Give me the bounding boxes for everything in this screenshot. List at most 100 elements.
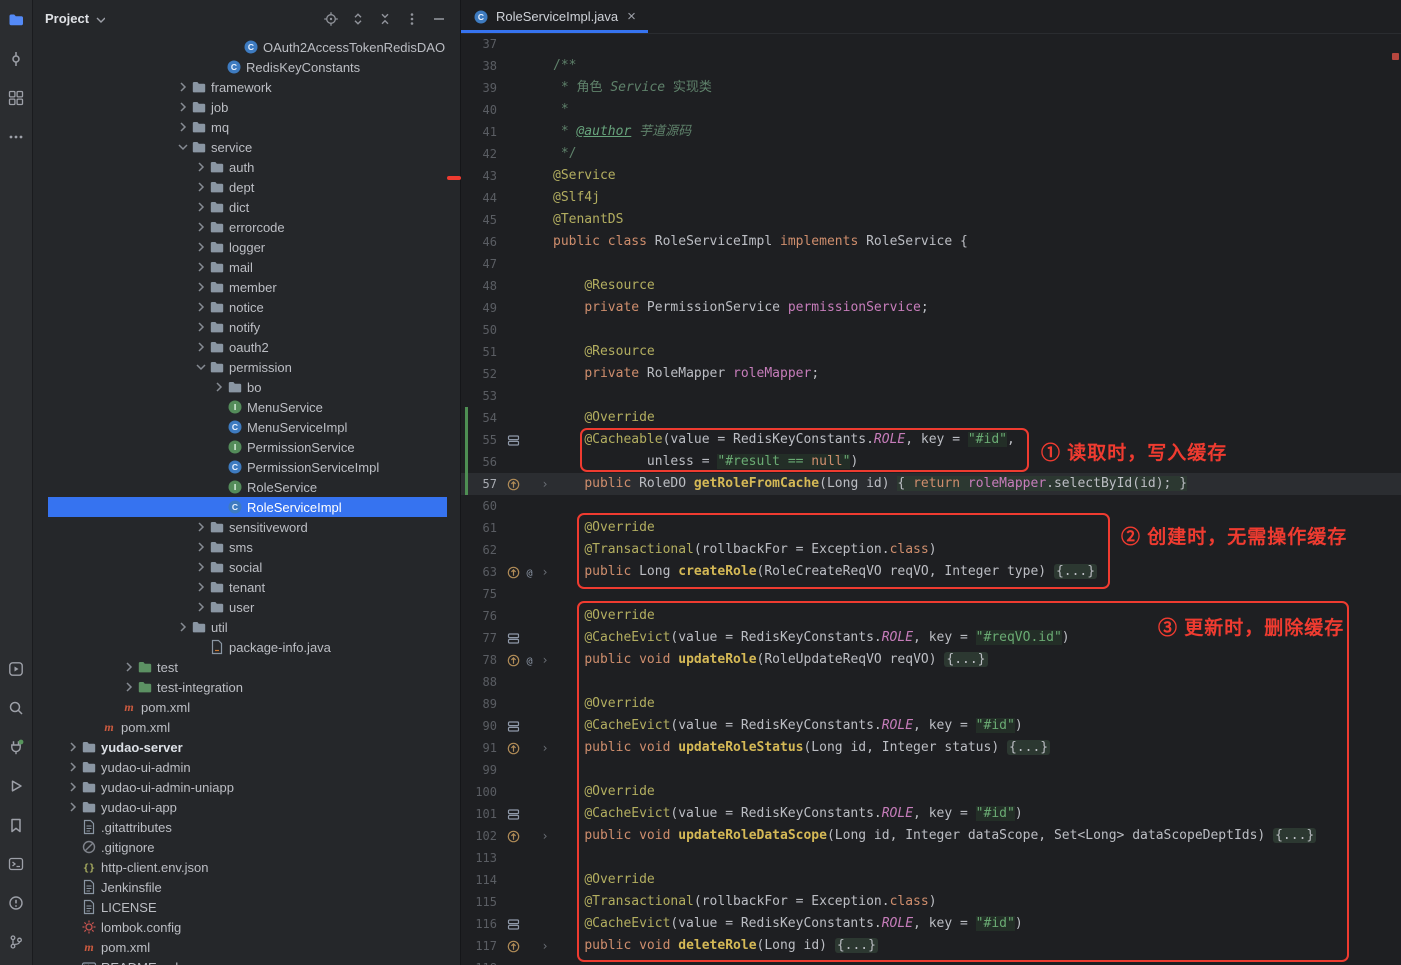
annotation-gutter-icon[interactable]: @ xyxy=(523,654,536,667)
code-line[interactable]: 90 @CacheEvict(value = RedisKeyConstants… xyxy=(461,715,1401,737)
tree-item-roleserviceimpl[interactable]: CRoleServiceImpl xyxy=(33,497,460,517)
cache-gutter-icon[interactable] xyxy=(507,632,520,645)
line-number[interactable]: 90 xyxy=(461,715,505,737)
code-line[interactable]: 101 @CacheEvict(value = RedisKeyConstant… xyxy=(461,803,1401,825)
tree-item-menuservice[interactable]: IMenuService xyxy=(33,397,460,417)
tree-item-permissionservice[interactable]: IPermissionService xyxy=(33,437,460,457)
line-number[interactable]: 61 xyxy=(461,517,505,539)
chevron-right-icon[interactable] xyxy=(191,259,208,275)
tree-item-util[interactable]: util xyxy=(33,617,460,637)
tab-close-icon[interactable]: × xyxy=(627,9,636,24)
endpoints-tool-button[interactable] xyxy=(0,727,32,766)
tree-item-http-client-env-json[interactable]: {}http-client.env.json xyxy=(33,857,460,877)
overriding-method-icon[interactable] xyxy=(507,940,520,953)
tree-item-permissionserviceimpl[interactable]: CPermissionServiceImpl xyxy=(33,457,460,477)
chevron-right-icon[interactable] xyxy=(191,519,208,535)
code-line[interactable]: 42 */ xyxy=(461,143,1401,165)
line-number[interactable]: 117 xyxy=(461,935,505,957)
chevron-down-icon[interactable] xyxy=(191,359,208,375)
chevron-right-icon[interactable] xyxy=(63,759,80,775)
chevron-right-icon[interactable] xyxy=(191,219,208,235)
line-number[interactable]: 39 xyxy=(461,77,505,99)
cache-gutter-icon[interactable] xyxy=(507,808,520,821)
chevron-right-icon[interactable] xyxy=(191,539,208,555)
code-line[interactable]: 38/** xyxy=(461,55,1401,77)
overriding-method-icon[interactable] xyxy=(507,830,520,843)
tree-item-lombok-config[interactable]: lombok.config xyxy=(33,917,460,937)
commit-tool-button[interactable] xyxy=(0,39,32,78)
code-line[interactable]: 49 private PermissionService permissionS… xyxy=(461,297,1401,319)
tree-item-roleservice[interactable]: IRoleService xyxy=(33,477,460,497)
line-number[interactable]: 48 xyxy=(461,275,505,297)
cache-gutter-icon[interactable] xyxy=(507,720,520,733)
line-number[interactable]: 62 xyxy=(461,539,505,561)
fold-arrow-icon[interactable]: › xyxy=(537,473,553,495)
code-line[interactable]: 114 @Override xyxy=(461,869,1401,891)
code-line[interactable]: 51 @Resource xyxy=(461,341,1401,363)
code-editor[interactable]: 3738/**39 * 角色 Service 实现类40 *41 * @auth… xyxy=(461,33,1401,965)
code-line[interactable]: 102› public void updateRoleDataScope(Lon… xyxy=(461,825,1401,847)
line-number[interactable]: 116 xyxy=(461,913,505,935)
code-line[interactable]: 77 @CacheEvict(value = RedisKeyConstants… xyxy=(461,627,1401,649)
chevron-right-icon[interactable] xyxy=(191,179,208,195)
fold-arrow-icon[interactable]: › xyxy=(537,737,553,759)
chevron-right-icon[interactable] xyxy=(191,239,208,255)
more-options-button[interactable] xyxy=(403,10,421,28)
code-line[interactable]: 75 xyxy=(461,583,1401,605)
tree-item-logger[interactable]: logger xyxy=(33,237,460,257)
chevron-down-icon[interactable] xyxy=(173,139,190,155)
tree-item-yudao-server[interactable]: yudao-server xyxy=(33,737,460,757)
tree-item-readme-md[interactable]: README.md xyxy=(33,957,460,965)
code-line[interactable]: 57› public RoleDO getRoleFromCache(Long … xyxy=(461,473,1401,495)
code-line[interactable]: 100 @Override xyxy=(461,781,1401,803)
line-number[interactable]: 114 xyxy=(461,869,505,891)
line-number[interactable]: 41 xyxy=(461,121,505,143)
code-line[interactable]: 116 @CacheEvict(value = RedisKeyConstant… xyxy=(461,913,1401,935)
tree-item-mail[interactable]: mail xyxy=(33,257,460,277)
tree-item-errorcode[interactable]: errorcode xyxy=(33,217,460,237)
line-number[interactable]: 50 xyxy=(461,319,505,341)
code-line[interactable]: 76 @Override xyxy=(461,605,1401,627)
code-line[interactable]: 50 xyxy=(461,319,1401,341)
select-opened-file-button[interactable] xyxy=(322,10,340,28)
code-line[interactable]: 115 @Transactional(rollbackFor = Excepti… xyxy=(461,891,1401,913)
overriding-method-icon[interactable] xyxy=(507,654,520,667)
chevron-right-icon[interactable] xyxy=(209,379,226,395)
run-tool-button[interactable] xyxy=(0,766,32,805)
code-line[interactable]: 117› public void deleteRole(Long id) {..… xyxy=(461,935,1401,957)
tree-item-user[interactable]: user xyxy=(33,597,460,617)
fold-arrow-icon[interactable]: › xyxy=(537,935,553,957)
cache-gutter-icon[interactable] xyxy=(507,918,520,931)
line-number[interactable]: 99 xyxy=(461,759,505,781)
code-line[interactable]: 39 * 角色 Service 实现类 xyxy=(461,77,1401,99)
chevron-right-icon[interactable] xyxy=(63,779,80,795)
code-line[interactable]: 113 xyxy=(461,847,1401,869)
tree-item-sensitiveword[interactable]: sensitiveword xyxy=(33,517,460,537)
line-number[interactable]: 40 xyxy=(461,99,505,121)
tree-item-framework[interactable]: framework xyxy=(33,77,460,97)
tree-item-yudao-ui-admin[interactable]: yudao-ui-admin xyxy=(33,757,460,777)
line-number[interactable]: 45 xyxy=(461,209,505,231)
line-number[interactable]: 53 xyxy=(461,385,505,407)
line-number[interactable]: 115 xyxy=(461,891,505,913)
terminal-tool-button[interactable] xyxy=(0,844,32,883)
line-number[interactable]: 91 xyxy=(461,737,505,759)
code-line[interactable]: 41 * @author 芋道源码 xyxy=(461,121,1401,143)
tree-item-yudao-ui-admin-uniapp[interactable]: yudao-ui-admin-uniapp xyxy=(33,777,460,797)
fold-arrow-icon[interactable]: › xyxy=(537,825,553,847)
hide-panel-button[interactable] xyxy=(430,10,448,28)
tree-item-test[interactable]: test xyxy=(33,657,460,677)
tree-item-dept[interactable]: dept xyxy=(33,177,460,197)
chevron-right-icon[interactable] xyxy=(191,599,208,615)
chevron-right-icon[interactable] xyxy=(119,679,136,695)
chevron-right-icon[interactable] xyxy=(63,799,80,815)
chevron-right-icon[interactable] xyxy=(191,559,208,575)
bookmarks-tool-button[interactable] xyxy=(0,805,32,844)
chevron-right-icon[interactable] xyxy=(191,339,208,355)
tree-item-mq[interactable]: mq xyxy=(33,117,460,137)
line-number[interactable]: 42 xyxy=(461,143,505,165)
chevron-right-icon[interactable] xyxy=(191,159,208,175)
code-line[interactable]: 52 private RoleMapper roleMapper; xyxy=(461,363,1401,385)
more-tools-button[interactable] xyxy=(0,117,32,156)
code-line[interactable]: 46public class RoleServiceImpl implement… xyxy=(461,231,1401,253)
